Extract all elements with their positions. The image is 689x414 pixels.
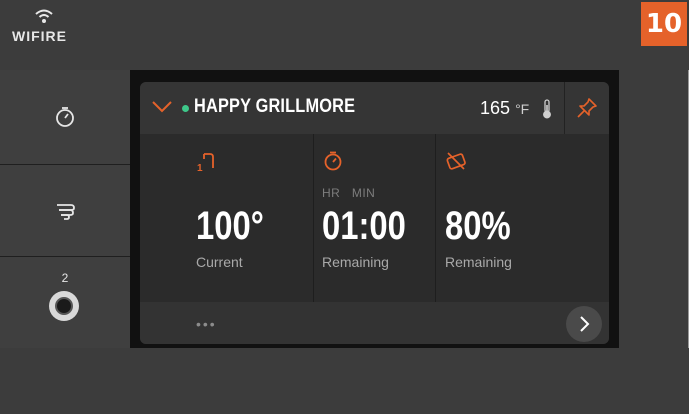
pin-button[interactable] [565,82,609,134]
grill-card-footer: ••• [140,302,609,344]
grill-card: HAPPY GRILLMORE 165 °F 1 100° Current HR… [140,82,609,344]
step-badge: 10 [641,2,687,46]
svg-text:1: 1 [197,163,203,172]
timer-units: HR MIN [322,186,376,200]
stat-pellet-value: 80% [445,204,511,248]
next-button[interactable] [566,306,602,342]
brand-name: WIFIRE [12,28,67,44]
rail-item-timer[interactable] [0,70,130,164]
grill-temperature-unit: °F [515,101,530,117]
pellet-icon [446,152,466,170]
chevron-down-icon[interactable] [152,100,172,114]
grill-card-header[interactable]: HAPPY GRILLMORE 165 °F [140,82,609,134]
more-options-button[interactable]: ••• [196,316,217,332]
stat-probe-label: Current [196,254,243,270]
smoke-icon [57,204,75,220]
timer-icon [324,151,342,171]
brand-logo: WIFIRE [12,8,76,48]
grill-temperature-value: 165 [480,98,511,118]
wifi-icon [35,9,53,23]
stat-pellet[interactable]: 80% Remaining [445,134,565,302]
stat-timer-label: Remaining [322,254,389,270]
stat-pellet-label: Remaining [445,254,512,270]
grill-name: HAPPY GRILLMORE [194,96,356,117]
probe-number: 2 [61,271,69,285]
top-bar: WIFIRE 10 [0,0,689,70]
stat-probe-value: 100° [196,204,264,248]
pin-icon [577,98,597,118]
probe-jack-icon [49,291,79,321]
bottom-strip [0,348,689,414]
left-rail: 2 [0,70,130,348]
grill-temperature: 165 °F [480,98,529,119]
timer-icon [56,107,74,127]
status-dot [182,105,189,112]
thermometer-icon [543,99,551,119]
chevron-right-icon [580,316,590,332]
stat-timer[interactable]: HR MIN 01:00 Remaining [322,134,442,302]
stat-probe[interactable]: 1 100° Current [196,134,316,302]
probe-1-icon: 1 [197,153,214,172]
rail-item-smoke[interactable] [0,165,130,259]
stat-timer-value: 01:00 [322,204,406,248]
rail-item-probe[interactable]: 2 [0,257,130,348]
